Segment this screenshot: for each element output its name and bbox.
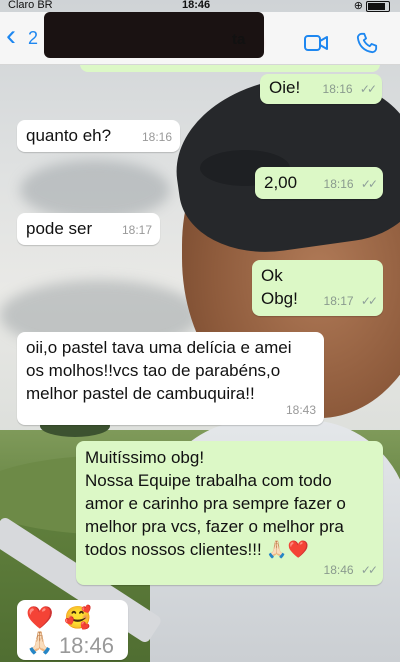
message-time: 18:46 bbox=[58, 633, 114, 658]
chat-header: ‹ 2 ta bbox=[0, 12, 400, 65]
message-text: Oie! bbox=[269, 78, 301, 97]
battery-icon bbox=[366, 0, 390, 12]
message-bubble-outgoing[interactable]: Ok Obg! 18:17 ✓✓ bbox=[252, 260, 383, 316]
message-text: quanto eh? bbox=[26, 126, 112, 145]
message-bubble-outgoing[interactable]: Oie! 18:16 ✓✓ bbox=[260, 74, 382, 104]
message-bubble-incoming[interactable]: oii,o pastel tava uma delícia e amei os … bbox=[17, 332, 324, 425]
back-chevron-icon[interactable]: ‹ bbox=[6, 21, 16, 51]
message-text: pode ser bbox=[26, 219, 93, 238]
message-text-line: amor e carinho pra sempre fazer o bbox=[85, 494, 346, 513]
message-text-line: Nossa Equipe trabalha com todo bbox=[85, 471, 332, 490]
message-time: 18:43 bbox=[285, 403, 316, 417]
folded-hands-emoji: 🙏🏻 bbox=[26, 630, 54, 655]
message-time: 18:16 bbox=[141, 130, 172, 144]
status-bar: Claro BR 18:46 ⊕ bbox=[0, 0, 400, 12]
message-bubble-incoming[interactable]: ❤️ 🥰 🙏🏻 18:46 bbox=[17, 600, 128, 660]
red-heart-emoji: ❤️ bbox=[26, 605, 54, 630]
status-time: 18:46 bbox=[182, 0, 211, 11]
message-time: 18:17 bbox=[121, 223, 152, 237]
message-time: 18:16 bbox=[323, 177, 354, 191]
message-bubble-incoming[interactable]: pode ser 18:17 bbox=[17, 213, 160, 245]
message-meta: 18:16 ✓✓ bbox=[322, 78, 378, 101]
message-bubble-incoming[interactable]: quanto eh? 18:16 bbox=[17, 120, 180, 152]
carrier-label: Claro BR bbox=[8, 0, 53, 11]
read-receipt-icon: ✓✓ bbox=[360, 294, 378, 308]
message-text-line: Ok bbox=[261, 266, 283, 285]
contact-name-fragment[interactable]: ta bbox=[232, 31, 245, 48]
message-text-line: os molhos!!vcs tao de parabéns,o bbox=[26, 361, 281, 380]
message-time: 18:46 bbox=[323, 563, 354, 577]
message-text-line: Muitíssimo obg! bbox=[85, 448, 205, 467]
message-time: 18:17 bbox=[323, 294, 354, 308]
video-call-icon[interactable] bbox=[304, 34, 328, 52]
message-text-line: todos nossos clientes!!! 🙏🏻❤️ bbox=[85, 540, 309, 559]
phone-call-icon[interactable] bbox=[356, 32, 378, 54]
alarm-icon: ⊕ bbox=[353, 0, 363, 12]
message-bubble-outgoing[interactable]: 2,00 18:16 ✓✓ bbox=[255, 167, 383, 199]
message-bubble-outgoing[interactable]: Muitíssimo obg! Nossa Equipe trabalha co… bbox=[76, 441, 383, 585]
status-icons: ⊕ bbox=[354, 0, 390, 12]
message-meta: 18:17 ✓✓ bbox=[323, 290, 379, 313]
read-receipt-icon: ✓✓ bbox=[359, 82, 377, 96]
message-text-line: melhor pra vcs, fazer o melhor pra bbox=[85, 517, 344, 536]
read-receipt-icon: ✓✓ bbox=[360, 563, 378, 577]
smiling-face-with-hearts-emoji: 🥰 bbox=[64, 605, 92, 630]
message-time: 18:16 bbox=[322, 82, 353, 96]
message-text-line: melhor pastel de cambuquira!! bbox=[26, 384, 255, 403]
message-text: 2,00 bbox=[264, 173, 298, 192]
redacted-contact-name[interactable] bbox=[44, 12, 264, 58]
message-text-line: oii,o pastel tava uma delícia e amei bbox=[26, 338, 292, 357]
message-meta: 18:46 ✓✓ bbox=[323, 559, 379, 582]
back-unread-count[interactable]: 2 bbox=[28, 28, 38, 49]
message-meta: 18:16 ✓✓ bbox=[323, 173, 379, 196]
read-receipt-icon: ✓✓ bbox=[360, 177, 378, 191]
